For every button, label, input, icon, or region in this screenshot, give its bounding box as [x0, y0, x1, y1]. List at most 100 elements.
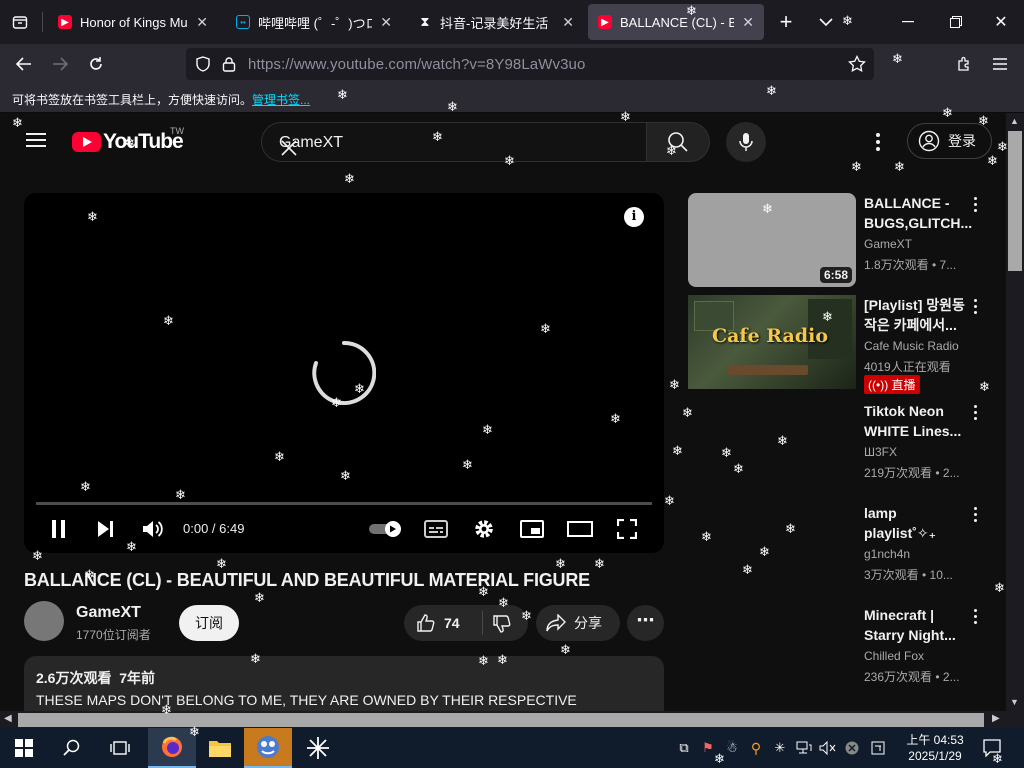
recommendation-item[interactable]: Cafe Radio [Playlist] 망원동 작은 카페에서... Cafe… — [688, 295, 1006, 394]
tray-icon[interactable]: ✳ — [770, 728, 790, 768]
youtube-logo[interactable]: YouTube TW — [72, 126, 184, 154]
recommendation-item[interactable]: 6:58 BALLANCE - BUGS,GLITCH... GameXT 1.8… — [688, 193, 1006, 287]
scroll-right-icon[interactable]: ▶ — [992, 713, 1000, 724]
fullscreen-icon[interactable] — [616, 518, 638, 544]
rec-title[interactable]: Tiktok Neon WHITE Lines... — [864, 401, 972, 441]
restore-icon[interactable] — [942, 8, 970, 36]
more-actions-button[interactable]: ⋯ — [627, 605, 664, 641]
rec-channel[interactable]: GameXT — [864, 237, 912, 251]
rec-menu-icon[interactable] — [972, 405, 978, 421]
subscribe-button[interactable]: 订阅 — [179, 605, 239, 641]
search-input[interactable]: GameXT — [261, 122, 647, 162]
description-box[interactable]: 2.6万次观看 7年前 THESE MAPS DON'T BELONG TO M… — [24, 656, 664, 711]
shield-icon[interactable] — [195, 56, 211, 77]
task-view-button[interactable] — [96, 728, 144, 768]
share-button[interactable]: 分享 — [536, 605, 620, 641]
like-icon[interactable] — [416, 613, 436, 638]
tray-close-icon[interactable] — [842, 728, 862, 768]
like-count[interactable]: 74 — [444, 615, 460, 631]
subtitles-icon[interactable] — [424, 520, 448, 543]
rec-title[interactable]: lamp playlist˚✧₊ — [864, 503, 972, 543]
tray-icon[interactable]: ⚑ — [698, 728, 718, 768]
volume-muted-icon[interactable] — [818, 728, 838, 768]
tab-0[interactable]: ▶ Honor of Kings Musa ✕ — [48, 4, 218, 40]
voice-search-button[interactable] — [726, 122, 766, 162]
app-taskbar-button[interactable] — [244, 728, 292, 768]
bookmark-star-icon[interactable] — [848, 54, 866, 78]
rec-menu-icon[interactable] — [972, 507, 978, 523]
rec-menu-icon[interactable] — [972, 197, 978, 213]
settings-more-icon[interactable] — [868, 131, 888, 153]
rec-channel[interactable]: Ш3FX — [864, 445, 897, 459]
recommendation-item[interactable]: Minecraft | Starry Night... Chilled Fox 2… — [688, 605, 1006, 699]
tray-search-icon[interactable]: ⚲ — [746, 728, 766, 768]
list-tabs-icon[interactable] — [812, 8, 840, 36]
tray-icon[interactable]: ⧉ — [674, 728, 694, 768]
menu-icon[interactable] — [986, 50, 1014, 78]
rec-channel[interactable]: g1nch4n — [864, 547, 910, 561]
vertical-scrollbar[interactable]: ▲ ▼ — [1006, 113, 1024, 711]
url-text[interactable]: https://www.youtube.com/watch?v=8Y98LaWv… — [248, 56, 585, 73]
volume-icon[interactable] — [142, 519, 164, 544]
manage-bookmarks-link[interactable]: 管理书签... — [252, 93, 310, 107]
miniplayer-icon[interactable] — [520, 520, 544, 543]
pause-icon[interactable] — [50, 519, 68, 544]
tab-2[interactable]: ⧗ 抖音-记录美好生活 ✕ — [408, 4, 584, 40]
rec-title[interactable]: Minecraft | Starry Night... — [864, 605, 972, 645]
tray-icon[interactable]: ☃ — [722, 728, 742, 768]
file-explorer-button[interactable] — [196, 728, 244, 768]
rec-channel[interactable]: Cafe Music Radio — [864, 339, 959, 353]
channel-avatar[interactable] — [24, 601, 64, 641]
back-icon[interactable] — [10, 50, 38, 78]
progress-bar[interactable] — [36, 502, 652, 505]
settings-gear-icon[interactable] — [473, 518, 495, 545]
autoplay-toggle[interactable] — [368, 520, 404, 543]
tab-3[interactable]: ▶ BALLANCE (CL) - BEA ✕ — [588, 4, 764, 40]
input-method-icon[interactable] — [868, 728, 888, 768]
theater-mode-icon[interactable] — [567, 520, 593, 543]
rec-title[interactable]: BALLANCE - BUGS,GLITCH... — [864, 193, 972, 233]
rec-menu-icon[interactable] — [972, 299, 978, 315]
notification-center-button[interactable] — [976, 728, 1008, 768]
channel-name[interactable]: GameXT — [76, 604, 141, 622]
hamburger-menu-icon[interactable] — [26, 133, 46, 148]
tab-1[interactable]: •• 哔哩哔哩 (゜-゜)つロ ✕ — [226, 4, 402, 40]
horizontal-scrollbar[interactable]: ◀ ▶ — [0, 711, 1024, 728]
search-button[interactable] — [646, 122, 710, 162]
firefox-taskbar-button[interactable] — [148, 728, 196, 768]
close-icon[interactable]: ✕ — [380, 14, 392, 31]
rec-channel[interactable]: Chilled Fox — [864, 649, 924, 663]
next-icon[interactable] — [96, 520, 116, 543]
scroll-down-icon[interactable]: ▼ — [1010, 697, 1019, 707]
video-thumbnail[interactable]: 6:58 — [688, 193, 856, 287]
horizontal-scroll-thumb[interactable] — [18, 713, 984, 727]
video-player[interactable]: i 0:00 / 6:49 — [24, 193, 664, 553]
vertical-scroll-thumb[interactable] — [1008, 131, 1022, 271]
login-button[interactable]: 登录 — [907, 123, 992, 159]
search-taskbar-button[interactable] — [48, 728, 96, 768]
snow-app-button[interactable] — [294, 728, 342, 768]
scroll-up-icon[interactable]: ▲ — [1010, 116, 1019, 126]
clear-search-icon[interactable] — [279, 134, 299, 163]
network-icon[interactable] — [794, 728, 814, 768]
reload-icon[interactable] — [82, 50, 110, 78]
close-window-icon[interactable]: ✕ — [987, 8, 1015, 36]
recommendation-item[interactable]: Tiktok Neon WHITE Lines... Ш3FX 219万次观看 •… — [688, 401, 1006, 495]
tab-overview-icon[interactable] — [6, 8, 34, 36]
rec-menu-icon[interactable] — [972, 609, 978, 625]
info-icon[interactable]: i — [624, 207, 644, 227]
start-button[interactable] — [0, 728, 48, 768]
video-thumbnail[interactable]: Cafe Radio — [688, 295, 856, 389]
recommendation-item[interactable]: lamp playlist˚✧₊ g1nch4n 3万次观看 • 10... — [688, 503, 1006, 597]
system-clock[interactable]: 上午 04:53 2025/1/29 — [900, 732, 970, 764]
forward-icon[interactable] — [46, 50, 74, 78]
close-icon[interactable]: ✕ — [742, 14, 754, 31]
extensions-icon[interactable] — [950, 50, 978, 78]
minimize-icon[interactable] — [894, 8, 922, 36]
address-bar[interactable]: https://www.youtube.com/watch?v=8Y98LaWv… — [186, 48, 874, 80]
dislike-icon[interactable] — [492, 614, 512, 639]
scroll-left-icon[interactable]: ◀ — [4, 713, 12, 724]
close-icon[interactable]: ✕ — [196, 14, 208, 31]
rec-title[interactable]: [Playlist] 망원동 작은 카페에서... — [864, 295, 972, 335]
close-icon[interactable]: ✕ — [562, 14, 574, 31]
